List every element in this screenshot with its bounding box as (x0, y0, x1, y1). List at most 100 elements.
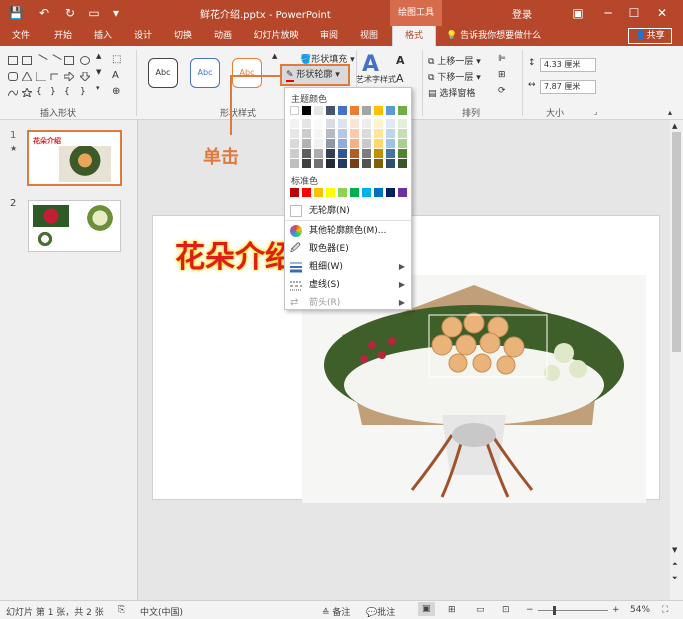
theme-color-shade-swatch[interactable] (338, 129, 347, 138)
theme-color-swatch[interactable] (398, 106, 407, 115)
shape-outline-button[interactable]: ✎ 形状轮廓 ▾ (280, 64, 350, 86)
theme-color-shade-swatch[interactable] (362, 159, 371, 168)
undo-icon[interactable]: ↶ (36, 5, 52, 21)
minimize-icon[interactable]: ─ (598, 4, 618, 22)
theme-color-shade-swatch[interactable] (338, 159, 347, 168)
redo-icon[interactable]: ↻ (62, 5, 78, 21)
tab-view[interactable]: 视图 (354, 26, 384, 46)
star-shape-icon[interactable] (20, 86, 34, 99)
notes-button[interactable]: ≙ 备注 (322, 605, 350, 618)
collapse-ribbon-icon[interactable]: ▴ (668, 108, 672, 117)
freeform-shape-icon[interactable] (7, 88, 19, 97)
scroll-up-icon[interactable]: ▲ (672, 122, 677, 130)
gallery-scroll-down-icon[interactable]: ▼ (96, 68, 101, 76)
bring-forward-button[interactable]: ⧉ 上移一层 ▾ (428, 54, 481, 67)
zoom-level[interactable]: 54% (630, 605, 650, 615)
vertical-text-box-shape-icon[interactable] (22, 56, 32, 65)
standard-color-swatch[interactable] (398, 188, 407, 197)
tab-format[interactable]: 格式 (392, 26, 436, 46)
zoom-out-icon[interactable]: − (526, 605, 534, 615)
right-triangle-shape-icon[interactable] (35, 72, 46, 82)
theme-color-shade-swatch[interactable] (350, 149, 359, 158)
theme-color-shade-swatch[interactable] (302, 159, 311, 168)
theme-color-shade-swatch[interactable] (398, 139, 407, 148)
scroll-thumb[interactable] (672, 132, 681, 352)
theme-color-swatch[interactable] (290, 106, 299, 115)
language-indicator[interactable]: 中文(中国) (140, 605, 183, 618)
right-brace-shape-icon[interactable]: } (50, 88, 60, 97)
theme-color-swatch[interactable] (314, 106, 323, 115)
theme-color-shade-swatch[interactable] (314, 119, 323, 128)
theme-color-shade-swatch[interactable] (314, 149, 323, 158)
theme-color-shade-swatch[interactable] (362, 119, 371, 128)
theme-color-shade-swatch[interactable] (302, 149, 311, 158)
standard-color-swatch[interactable] (350, 188, 359, 197)
left-brace-shape-icon[interactable]: { (64, 88, 74, 97)
gallery-more-icon[interactable]: ▾ (96, 84, 100, 92)
theme-color-swatch[interactable] (326, 106, 335, 115)
customize-quick-access-icon[interactable]: ▾ (108, 5, 124, 21)
close-brace-shape-icon[interactable]: } (80, 88, 90, 97)
slide-thumbnail-2[interactable] (28, 200, 121, 252)
tab-animations[interactable]: 动画 (208, 26, 238, 46)
eyedropper-item[interactable]: 🖉 取色器(E) (285, 240, 411, 258)
save-icon[interactable]: 💾 (8, 5, 24, 21)
text-box-shape-icon[interactable] (8, 56, 18, 65)
theme-color-shade-swatch[interactable] (398, 129, 407, 138)
tab-slideshow[interactable]: 幻灯片放映 (248, 26, 304, 46)
height-field[interactable]: 4.33 厘米 (540, 58, 596, 72)
theme-color-swatch[interactable] (302, 106, 311, 115)
theme-color-shade-swatch[interactable] (374, 139, 383, 148)
more-outline-colors-item[interactable]: 其他轮廓颜色(M)... (285, 222, 411, 240)
tab-file[interactable]: 文件 (6, 26, 36, 46)
theme-color-shade-swatch[interactable] (338, 119, 347, 128)
slideshow-view-icon[interactable]: ⊡ (502, 605, 510, 615)
edit-shape-icon[interactable]: ⬚ (112, 54, 121, 65)
theme-color-swatch[interactable] (374, 106, 383, 115)
no-outline-item[interactable]: 无轮廓(N) (285, 202, 411, 220)
fit-to-window-icon[interactable]: ⛶ (662, 605, 668, 615)
selection-pane-button[interactable]: ▤ 选择窗格 (428, 86, 475, 99)
theme-color-shade-swatch[interactable] (398, 159, 407, 168)
theme-color-shade-swatch[interactable] (362, 139, 371, 148)
scroll-down-icon[interactable]: ▼ (672, 546, 677, 554)
rounded-rectangle-shape-icon[interactable] (8, 72, 18, 81)
shape-style-preset-3[interactable]: Abc (232, 58, 262, 88)
standard-color-swatch[interactable] (338, 188, 347, 197)
dashes-item[interactable]: 虚线(S) ▶ (285, 276, 411, 294)
theme-color-shade-swatch[interactable] (362, 129, 371, 138)
align-icon[interactable]: ⊫ (498, 54, 506, 64)
shape-style-preset-1[interactable]: Abc (148, 58, 178, 88)
theme-color-shade-swatch[interactable] (302, 139, 311, 148)
zoom-slider[interactable] (538, 610, 608, 611)
theme-color-shade-swatch[interactable] (398, 149, 407, 158)
tab-transitions[interactable]: 切换 (168, 26, 198, 46)
next-slide-icon[interactable]: ⏷ (672, 574, 678, 583)
theme-color-shade-swatch[interactable] (374, 159, 383, 168)
theme-color-shade-swatch[interactable] (302, 129, 311, 138)
bent-arrow-shape-icon[interactable] (50, 72, 60, 81)
standard-color-swatch[interactable] (362, 188, 371, 197)
theme-color-shade-swatch[interactable] (386, 119, 395, 128)
line-shape-icon[interactable] (34, 54, 48, 67)
theme-color-shade-swatch[interactable] (290, 139, 299, 148)
sign-in-link[interactable]: 登录 (512, 6, 532, 21)
theme-color-shade-swatch[interactable] (290, 129, 299, 138)
brace-shape-icon[interactable]: { (36, 88, 46, 97)
theme-color-shade-swatch[interactable] (290, 149, 299, 158)
oval-shape-icon[interactable] (80, 56, 90, 65)
theme-color-shade-swatch[interactable] (326, 149, 335, 158)
standard-color-swatch[interactable] (302, 188, 311, 197)
close-icon[interactable]: ✕ (652, 4, 672, 22)
draw-text-box-icon[interactable]: A (112, 70, 119, 81)
comments-button[interactable]: 💬批注 (366, 605, 395, 618)
theme-color-shade-swatch[interactable] (350, 119, 359, 128)
start-from-beginning-icon[interactable]: ▭ (86, 5, 102, 21)
theme-color-shade-swatch[interactable] (374, 149, 383, 158)
theme-color-shade-swatch[interactable] (386, 129, 395, 138)
standard-color-swatch[interactable] (290, 188, 299, 197)
standard-color-swatch[interactable] (314, 188, 323, 197)
reading-view-icon[interactable]: ▭ (476, 605, 485, 615)
triangle-shape-icon[interactable] (21, 70, 33, 82)
normal-view-icon[interactable]: ▣ (418, 602, 435, 616)
